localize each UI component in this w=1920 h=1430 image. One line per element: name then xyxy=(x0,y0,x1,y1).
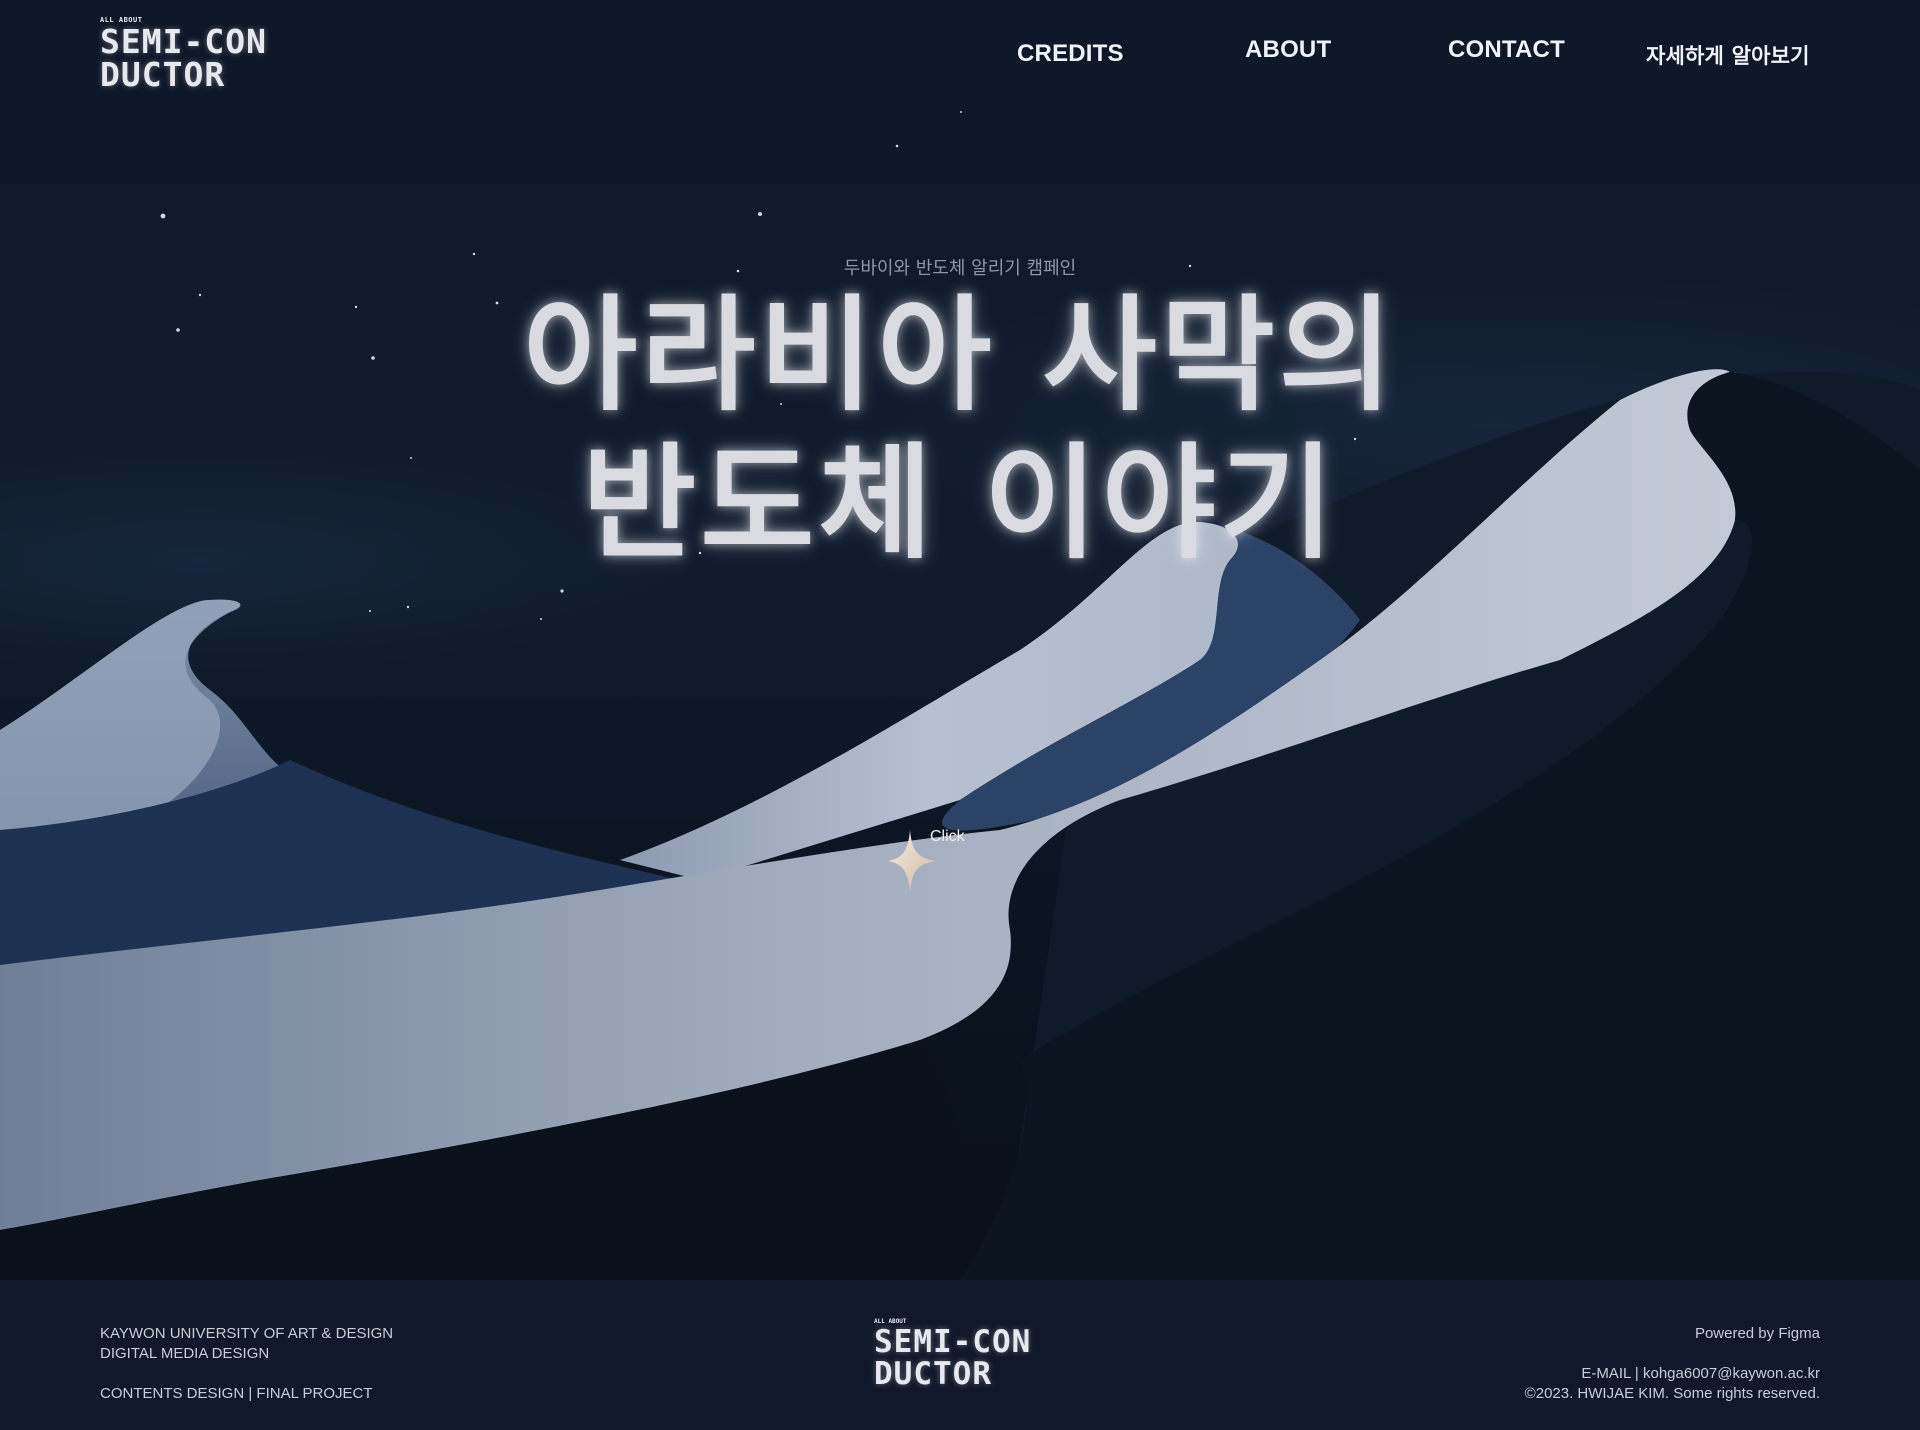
page-title: 아라비아 사막의 반도체 이야기 xyxy=(0,282,1920,578)
footer-email[interactable]: E-MAIL | kohga6007@kaywon.ac.kr xyxy=(1525,1364,1820,1384)
footer-logo-line-1: SEMI-CON xyxy=(874,1324,1032,1360)
page-title-line-2: 반도체 이야기 xyxy=(582,432,1338,576)
nav-credits[interactable]: CREDITS xyxy=(1017,40,1124,68)
click-hotspot[interactable]: Click xyxy=(888,826,998,896)
footer-credits: KAYWON UNIVERSITY OF ART & DESIGN DIGITA… xyxy=(100,1324,393,1404)
nav-learn-more[interactable]: 자세하게 알아보기 xyxy=(1646,40,1810,70)
footer-copyright: ©2023. HWIJAE KIM. Some rights reserved. xyxy=(1524,1385,1820,1402)
site-logo[interactable]: ALL ABOUT SEMI-CON DUCTOR xyxy=(100,16,267,91)
footer-university: KAYWON UNIVERSITY OF ART & DESIGN xyxy=(100,1325,394,1342)
footer-logo-line-2: DUCTOR xyxy=(874,1356,992,1392)
campaign-subtitle: 두바이와 반도체 알리기 캠페인 xyxy=(843,258,1077,279)
desert-night-illustration xyxy=(0,0,1920,1280)
page-title-line-1: 아라비아 사막의 xyxy=(523,284,1397,428)
hero-section: ALL ABOUT SEMI-CON DUCTOR CREDITS ABOUT … xyxy=(0,0,1920,1280)
sparkle-icon xyxy=(888,830,936,892)
footer-project: CONTENTS DESIGN | FINAL PROJECT xyxy=(100,1385,373,1402)
footer-department: DIGITAL MEDIA DESIGN xyxy=(100,1345,270,1362)
site-header: ALL ABOUT SEMI-CON DUCTOR CREDITS ABOUT … xyxy=(0,0,1920,110)
logo-line-2: DUCTOR xyxy=(100,55,226,94)
site-footer: KAYWON UNIVERSITY OF ART & DESIGN DIGITA… xyxy=(0,1280,1920,1430)
footer-info: Powered by Figma E-MAIL | kohga6007@kayw… xyxy=(1525,1324,1820,1404)
click-label: Click xyxy=(930,828,965,845)
footer-powered-by: Powered by Figma xyxy=(1694,1325,1820,1342)
footer-logo[interactable]: ALL ABOUT SEMI-CON DUCTOR xyxy=(874,1318,1031,1390)
logo-line-1: SEMI-CON xyxy=(100,22,267,61)
nav-contact[interactable]: CONTACT xyxy=(1448,36,1565,64)
nav-about[interactable]: ABOUT xyxy=(1245,36,1331,64)
